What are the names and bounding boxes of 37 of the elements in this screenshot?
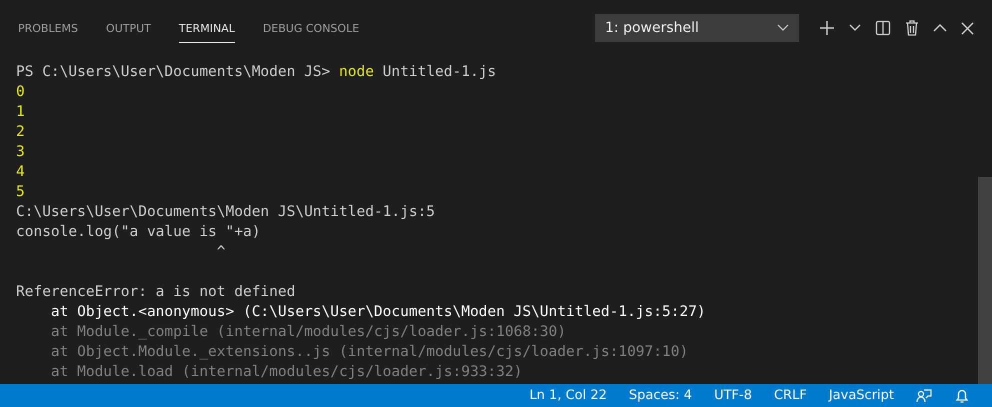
panel-tab[interactable]: DEBUG CONSOLE: [262, 13, 360, 43]
chevron-up-icon[interactable]: [933, 24, 947, 32]
prompt-text: PS C:\Users\User\Documents\Moden JS>: [16, 64, 330, 80]
command-text: node: [339, 64, 374, 80]
status-item[interactable]: CRLF: [774, 388, 807, 403]
close-icon[interactable]: [961, 22, 974, 34]
terminal-line: 5: [16, 183, 26, 202]
terminal-line: at Object.Module._extensions..js (internal/modules/cjs/loader.js:1097:10): [50, 343, 690, 362]
terminal-line: at Object.<anonymous> (C:\Users\User\Documents\Moden JS\Untitled-1.js:5:27): [50, 303, 707, 322]
panel-tab[interactable]: PROBLEMS: [18, 13, 78, 43]
terminal-line: 3: [16, 143, 26, 162]
status-item[interactable]: Spaces: 4: [628, 388, 692, 403]
terminal-line: 2: [16, 123, 26, 142]
command-argument: Untitled-1.js: [382, 64, 496, 80]
terminal-line: console.log("a value is "+a): [16, 223, 262, 242]
terminal-line: 4: [16, 163, 26, 182]
chevron-down-icon[interactable]: [849, 24, 861, 32]
status-item[interactable]: JavaScript: [828, 388, 894, 403]
status-item[interactable]: UTF-8: [714, 388, 752, 403]
terminal-line: C:\Users\User\Documents\Moden JS\Untitled-1.js:5: [16, 203, 436, 222]
chevron-down-icon: [777, 24, 789, 32]
scrollbar-thumb[interactable]: [978, 177, 992, 384]
terminal-line: at Module._compile (internal/modules/cjs/loader.js:1068:30): [50, 323, 567, 342]
terminal-line: ^: [216, 243, 227, 262]
feedback-icon[interactable]: [916, 388, 932, 404]
bell-icon[interactable]: [954, 388, 970, 404]
panel-tab[interactable]: OUTPUT: [106, 13, 151, 43]
split-icon[interactable]: [875, 20, 891, 36]
plus-icon[interactable]: [819, 20, 835, 36]
status-item[interactable]: Ln 1, Col 22: [529, 388, 607, 403]
terminal-line: 1: [16, 103, 26, 122]
terminal-line: 0: [16, 83, 26, 102]
trash-icon[interactable]: [905, 20, 919, 36]
terminal-dropdown[interactable]: 1: powershell: [595, 14, 799, 42]
terminal-line: at Module.load (internal/modules/cjs/loader.js:933:32): [50, 363, 524, 382]
terminal-line: ReferenceError: a is not defined: [16, 283, 296, 302]
panel-tab[interactable]: TERMINAL: [178, 13, 235, 43]
